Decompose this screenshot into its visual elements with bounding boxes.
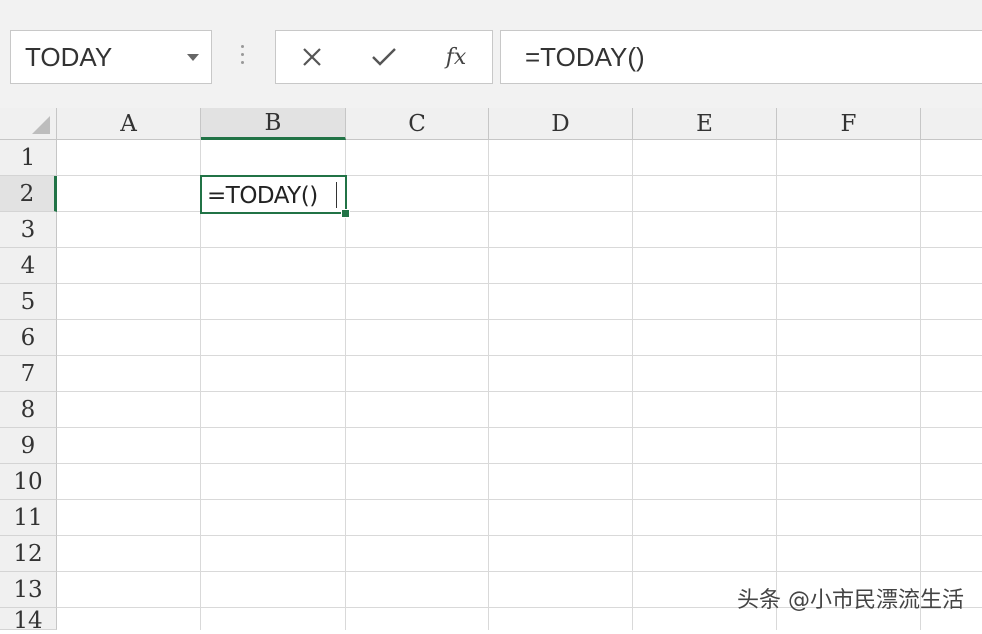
grid-line: [57, 283, 982, 284]
enter-button[interactable]: [364, 39, 404, 75]
formula-toolbar: TODAY fx =TODAY(): [0, 0, 982, 109]
check-icon: [372, 48, 396, 66]
row-header-2[interactable]: 2: [0, 176, 57, 212]
fx-icon: fx: [445, 44, 467, 70]
column-header-d[interactable]: D: [489, 108, 633, 140]
grid-line: [776, 140, 777, 630]
column-header-a[interactable]: A: [57, 108, 201, 140]
grid-line: [57, 499, 982, 500]
grid-line: [57, 571, 982, 572]
formula-button-group: fx: [275, 30, 493, 84]
grid-line: [57, 211, 982, 212]
select-all-button[interactable]: [0, 108, 57, 140]
formula-bar-value: =TODAY(): [525, 42, 645, 72]
row-header-9[interactable]: 9: [0, 428, 57, 464]
active-cell-content: =TODAY(): [207, 183, 318, 209]
watermark: 头条 @小市民漂流生活: [737, 588, 964, 613]
name-box-value: TODAY: [25, 42, 113, 72]
spreadsheet-grid: A B C D E F 1 2 3 4 5 6 7 8 9 10 11 12 1…: [0, 108, 982, 634]
cancel-button[interactable]: [292, 39, 332, 75]
grid-line: [632, 140, 633, 630]
grid-line: [57, 355, 982, 356]
row-header-7[interactable]: 7: [0, 356, 57, 392]
row-header-11[interactable]: 11: [0, 500, 57, 536]
grid-line: [57, 247, 982, 248]
fill-handle[interactable]: [341, 209, 350, 218]
close-icon: [303, 48, 321, 66]
column-header-e[interactable]: E: [633, 108, 777, 140]
grid-line: [57, 175, 982, 176]
select-all-icon: [32, 116, 50, 134]
row-header-4[interactable]: 4: [0, 248, 57, 284]
grid-line: [920, 140, 921, 630]
row-header-8[interactable]: 8: [0, 392, 57, 428]
chevron-down-icon[interactable]: [187, 54, 199, 61]
column-header-overflow[interactable]: [921, 108, 982, 140]
grid-line: [57, 319, 982, 320]
insert-function-button[interactable]: fx: [436, 39, 476, 75]
grid-line: [57, 463, 982, 464]
row-header-1[interactable]: 1: [0, 140, 57, 176]
grid-line: [488, 140, 489, 630]
drag-handle-icon[interactable]: [240, 45, 244, 69]
row-header-6[interactable]: 6: [0, 320, 57, 356]
row-header-14[interactable]: 14: [0, 608, 57, 634]
column-header-c[interactable]: C: [346, 108, 489, 140]
row-header-12[interactable]: 12: [0, 536, 57, 572]
active-cell-b2[interactable]: =TODAY(): [200, 175, 347, 214]
row-header-3[interactable]: 3: [0, 212, 57, 248]
grid-line: [57, 535, 982, 536]
column-header-f[interactable]: F: [777, 108, 921, 140]
grid-line: [57, 427, 982, 428]
grid-line: [57, 391, 982, 392]
row-header-10[interactable]: 10: [0, 464, 57, 500]
row-header-13[interactable]: 13: [0, 572, 57, 608]
text-cursor: [336, 182, 337, 208]
column-header-b[interactable]: B: [201, 108, 346, 140]
row-header-5[interactable]: 5: [0, 284, 57, 320]
formula-bar[interactable]: =TODAY(): [500, 30, 982, 84]
name-box[interactable]: TODAY: [10, 30, 212, 84]
